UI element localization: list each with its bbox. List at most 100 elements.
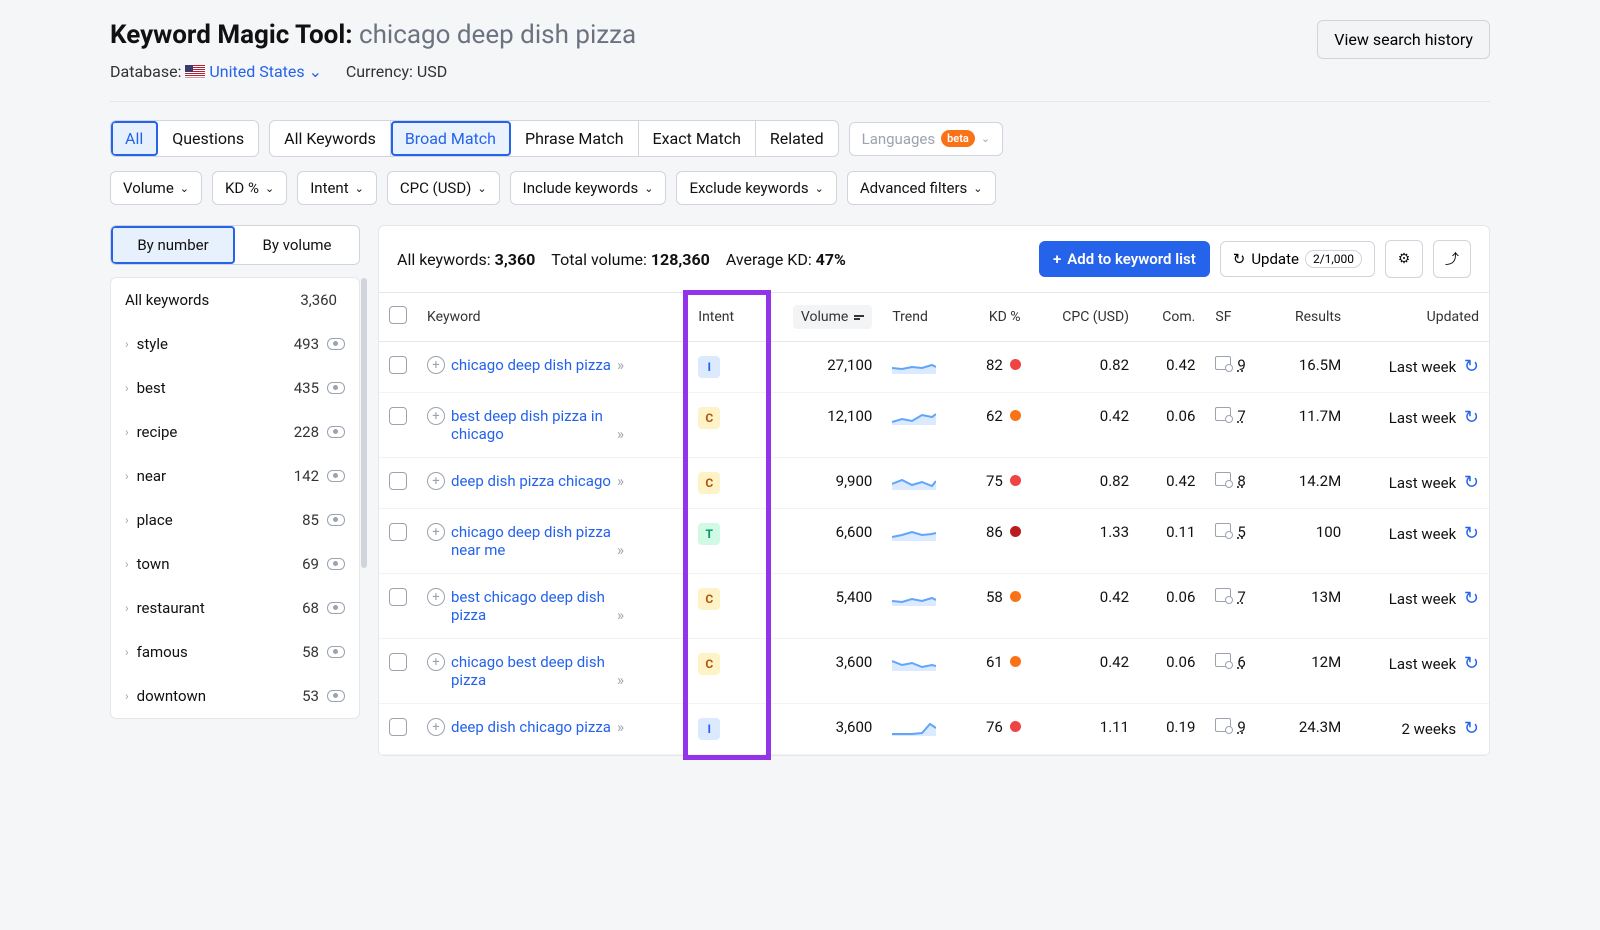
- match-segment: All Keywords Broad Match Phrase Match Ex…: [269, 120, 838, 157]
- col-cpc[interactable]: CPC (USD): [1031, 293, 1139, 342]
- view-search-history-button[interactable]: View search history: [1317, 20, 1490, 59]
- row-checkbox[interactable]: [389, 588, 407, 606]
- tab-broad-match[interactable]: Broad Match: [391, 121, 511, 156]
- col-volume[interactable]: Volume: [758, 293, 882, 342]
- filter-include[interactable]: Include keywords⌄: [510, 171, 667, 205]
- refresh-icon[interactable]: ↻: [1464, 523, 1479, 544]
- row-checkbox[interactable]: [389, 356, 407, 374]
- database-country-link[interactable]: United States ⌄: [209, 62, 326, 81]
- update-button[interactable]: ↻ Update 2/1,000: [1220, 241, 1375, 277]
- col-keyword[interactable]: Keyword: [417, 293, 688, 342]
- col-updated[interactable]: Updated: [1351, 293, 1489, 342]
- eye-icon[interactable]: [327, 338, 345, 350]
- languages-dropdown[interactable]: Languages beta ⌄: [849, 122, 1003, 156]
- serp-icon[interactable]: [1215, 653, 1231, 667]
- filter-advanced[interactable]: Advanced filters⌄: [847, 171, 996, 205]
- serp-icon[interactable]: [1215, 407, 1231, 421]
- row-checkbox[interactable]: [389, 718, 407, 736]
- difficulty-dot-icon: [1010, 475, 1021, 486]
- col-intent[interactable]: Intent: [688, 293, 758, 342]
- expand-icon[interactable]: +: [427, 407, 445, 425]
- serp-icon[interactable]: [1215, 588, 1231, 602]
- side-tab-by-number[interactable]: By number: [111, 226, 235, 264]
- expand-icon[interactable]: +: [427, 653, 445, 671]
- refresh-icon[interactable]: ↻: [1464, 356, 1479, 377]
- filter-intent[interactable]: Intent⌄: [297, 171, 377, 205]
- tab-all-keywords[interactable]: All Keywords: [270, 121, 391, 156]
- keyword-link[interactable]: chicago deep dish pizza: [451, 356, 611, 374]
- col-kd[interactable]: KD %: [962, 293, 1030, 342]
- updated-value: Last week ↻: [1351, 639, 1489, 704]
- row-checkbox[interactable]: [389, 472, 407, 490]
- sidebar-item-near[interactable]: ›near142: [111, 454, 359, 498]
- table-row: +chicago deep dish pizza»I27,10082 0.820…: [379, 342, 1489, 393]
- settings-button[interactable]: ⚙: [1385, 240, 1423, 278]
- side-tab-by-volume[interactable]: By volume: [235, 226, 359, 264]
- difficulty-dot-icon: [1010, 656, 1021, 667]
- filter-volume[interactable]: Volume⌄: [110, 171, 202, 205]
- keyword-link[interactable]: deep dish pizza chicago: [451, 472, 611, 490]
- sidebar-item-famous[interactable]: ›famous58: [111, 630, 359, 674]
- row-checkbox[interactable]: [389, 523, 407, 541]
- refresh-icon[interactable]: ↻: [1464, 653, 1479, 674]
- expand-icon[interactable]: +: [427, 356, 445, 374]
- expand-icon[interactable]: +: [427, 472, 445, 490]
- eye-icon[interactable]: [327, 646, 345, 658]
- eye-icon[interactable]: [327, 426, 345, 438]
- sidebar-item-best[interactable]: ›best435: [111, 366, 359, 410]
- eye-icon[interactable]: [327, 558, 345, 570]
- sidebar-item-downtown[interactable]: ›downtown53: [111, 674, 359, 718]
- sidebar-item-restaurant[interactable]: ›restaurant68: [111, 586, 359, 630]
- difficulty-dot-icon: [1010, 410, 1021, 421]
- sidebar-item-style[interactable]: ›style493: [111, 322, 359, 366]
- tab-related[interactable]: Related: [756, 121, 838, 156]
- scrollbar[interactable]: [361, 278, 367, 568]
- tab-questions[interactable]: Questions: [158, 121, 258, 156]
- eye-icon[interactable]: [327, 382, 345, 394]
- col-results[interactable]: Results: [1268, 293, 1351, 342]
- sidebar-item-recipe[interactable]: ›recipe228: [111, 410, 359, 454]
- tab-all[interactable]: All: [111, 121, 158, 156]
- refresh-icon[interactable]: ↻: [1464, 718, 1479, 739]
- expand-icon[interactable]: +: [427, 718, 445, 736]
- sidebar-item-place[interactable]: ›place85: [111, 498, 359, 542]
- keyword-link[interactable]: best chicago deep dish pizza: [451, 588, 611, 624]
- serp-icon[interactable]: [1215, 472, 1231, 486]
- serp-icon[interactable]: [1215, 356, 1231, 370]
- serp-icon[interactable]: [1215, 718, 1231, 732]
- filter-kd[interactable]: KD %⌄: [212, 171, 287, 205]
- keyword-link[interactable]: chicago deep dish pizza near me: [451, 523, 611, 559]
- eye-icon[interactable]: [327, 470, 345, 482]
- keyword-link[interactable]: best deep dish pizza in chicago: [451, 407, 611, 443]
- col-com[interactable]: Com.: [1139, 293, 1205, 342]
- row-checkbox[interactable]: [389, 653, 407, 671]
- volume-value: 5,400: [758, 574, 882, 639]
- row-checkbox[interactable]: [389, 407, 407, 425]
- com-value: 0.19: [1139, 704, 1205, 755]
- eye-icon[interactable]: [327, 514, 345, 526]
- col-sf[interactable]: SF: [1205, 293, 1268, 342]
- expand-icon[interactable]: +: [427, 588, 445, 606]
- eye-icon[interactable]: [327, 602, 345, 614]
- tab-phrase-match[interactable]: Phrase Match: [511, 121, 639, 156]
- eye-icon[interactable]: [327, 690, 345, 702]
- export-button[interactable]: ⤴: [1433, 240, 1471, 278]
- update-counter: 2/1,000: [1305, 250, 1362, 268]
- refresh-icon[interactable]: ↻: [1464, 472, 1479, 493]
- keyword-link[interactable]: deep dish chicago pizza: [451, 718, 611, 736]
- sidebar-item-all[interactable]: All keywords 3,360: [111, 278, 359, 322]
- filter-exclude[interactable]: Exclude keywords⌄: [676, 171, 836, 205]
- serp-icon[interactable]: [1215, 523, 1231, 537]
- sidebar-item-town[interactable]: ›town69: [111, 542, 359, 586]
- refresh-icon[interactable]: ↻: [1464, 588, 1479, 609]
- col-trend[interactable]: Trend: [882, 293, 962, 342]
- refresh-icon[interactable]: ↻: [1464, 407, 1479, 428]
- tab-exact-match[interactable]: Exact Match: [639, 121, 756, 156]
- expand-icon[interactable]: +: [427, 523, 445, 541]
- add-to-keyword-list-button[interactable]: + Add to keyword list: [1039, 241, 1210, 277]
- filter-cpc[interactable]: CPC (USD)⌄: [387, 171, 500, 205]
- kd-value: 75: [962, 458, 1030, 509]
- double-chevron-icon: »: [617, 606, 624, 624]
- keyword-link[interactable]: chicago best deep dish pizza: [451, 653, 611, 689]
- select-all-checkbox[interactable]: [389, 306, 407, 324]
